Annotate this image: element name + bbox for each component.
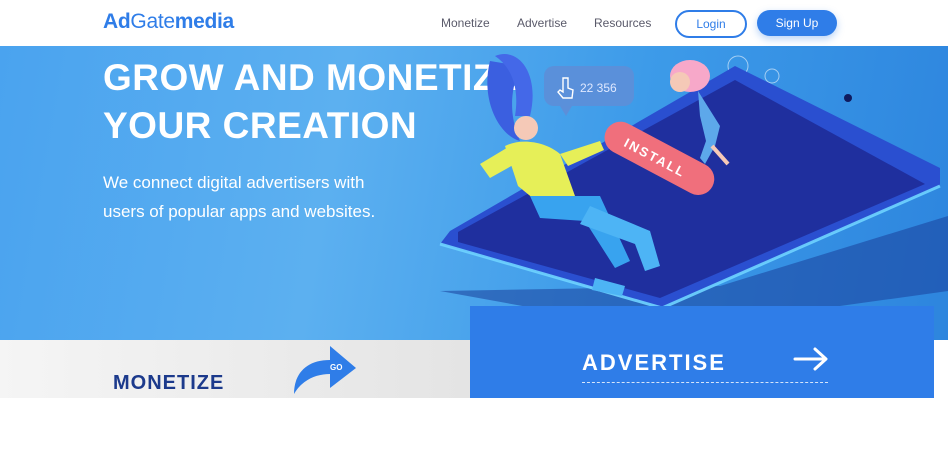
go-arrow-icon[interactable]: GO	[288, 340, 358, 398]
advertise-panel[interactable]: ADVERTISE	[470, 306, 934, 398]
monetize-link[interactable]: MONETIZE	[113, 372, 224, 395]
counter-value: 22 356	[580, 81, 617, 95]
monetize-band[interactable]: MONETIZE GO	[0, 340, 470, 398]
top-navbar: AdGatemedia Monetize Advertise Resources…	[0, 0, 948, 46]
logo[interactable]: AdGatemedia	[103, 10, 234, 34]
logo-text-ad: Ad	[103, 10, 131, 33]
hero-banner: GROW AND MONETIZE YOUR CREATION We conne…	[0, 46, 948, 340]
logo-text-media: media	[174, 10, 235, 33]
arrow-right-icon[interactable]	[793, 346, 829, 372]
nav-advertise[interactable]: Advertise	[517, 16, 567, 30]
advertise-underline	[582, 382, 828, 383]
signup-button[interactable]: Sign Up	[757, 10, 837, 36]
go-label: GO	[330, 363, 342, 372]
hero-illustration: 22 356 INSTALL	[439, 54, 948, 331]
login-button[interactable]: Login	[675, 10, 747, 38]
phone-camera	[844, 94, 852, 102]
counter-bubble: 22 356	[544, 66, 634, 116]
logo-text-gate: Gate	[130, 10, 175, 33]
advertise-link[interactable]: ADVERTISE	[582, 350, 726, 376]
nav-resources[interactable]: Resources	[594, 16, 651, 30]
nav-monetize[interactable]: Monetize	[441, 16, 490, 30]
